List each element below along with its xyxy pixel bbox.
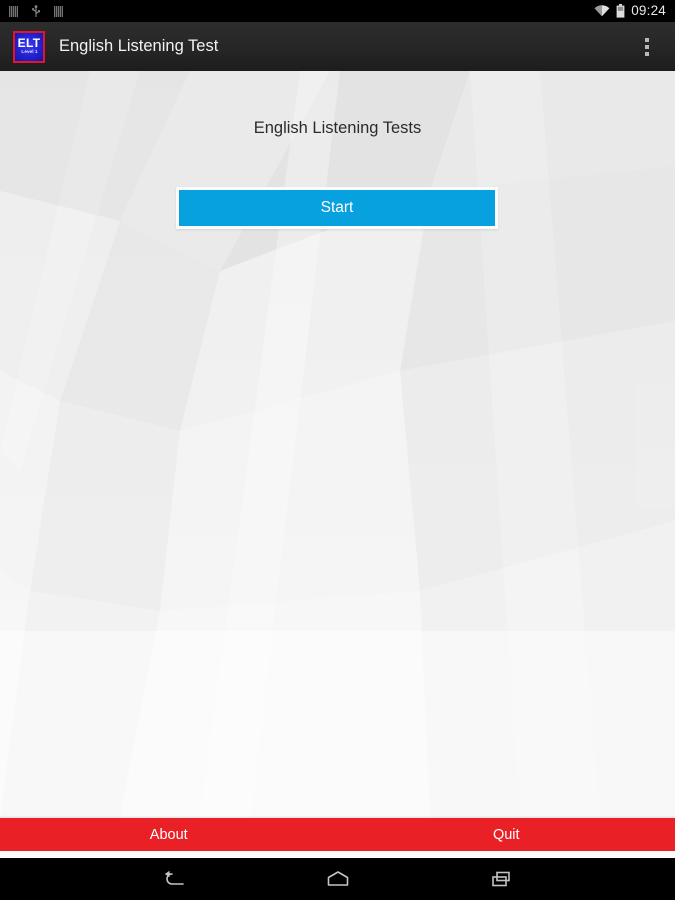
status-bar-clock: 09:24 bbox=[631, 2, 666, 18]
action-bar: ELT Level 1 English Listening Test bbox=[0, 22, 675, 71]
app-icon-primary-text: ELT bbox=[17, 36, 41, 50]
page-title: English Listening Tests bbox=[253, 119, 422, 137]
status-bar-system-icons: 09:24 bbox=[594, 4, 666, 19]
overflow-dot bbox=[645, 51, 649, 56]
overflow-dot bbox=[645, 44, 649, 49]
content-inner: English Listening Tests Start bbox=[0, 71, 675, 818]
elt-app-icon: ELT Level 1 bbox=[13, 30, 45, 63]
sim-card-icon bbox=[54, 5, 63, 17]
android-device-screen: 09:24 ELT Level 1 English Listening Test bbox=[0, 0, 675, 900]
main-content: English Listening Tests Start bbox=[0, 71, 675, 818]
app-icon-secondary-text: Level 1 bbox=[20, 49, 38, 55]
bottom-bar-gap bbox=[0, 851, 675, 858]
status-bar: 09:24 bbox=[0, 0, 675, 22]
home-icon[interactable] bbox=[310, 858, 366, 900]
about-button[interactable]: About bbox=[0, 818, 338, 851]
recents-icon[interactable] bbox=[474, 858, 530, 900]
back-icon[interactable] bbox=[146, 858, 202, 900]
more-vertical-icon[interactable] bbox=[629, 22, 665, 71]
start-button-frame: Start bbox=[176, 187, 498, 229]
quit-button[interactable]: Quit bbox=[338, 818, 675, 851]
sim-card-icon bbox=[9, 5, 18, 17]
usb-icon bbox=[31, 4, 41, 18]
overflow-dot bbox=[645, 37, 649, 42]
wifi-icon bbox=[594, 5, 610, 17]
status-bar-notification-icons bbox=[9, 4, 63, 18]
start-button[interactable]: Start bbox=[179, 190, 495, 226]
battery-icon bbox=[616, 4, 625, 18]
app-title: English Listening Test bbox=[59, 37, 219, 55]
system-navigation-bar bbox=[0, 858, 675, 900]
bottom-action-bar: About Quit bbox=[0, 818, 675, 851]
